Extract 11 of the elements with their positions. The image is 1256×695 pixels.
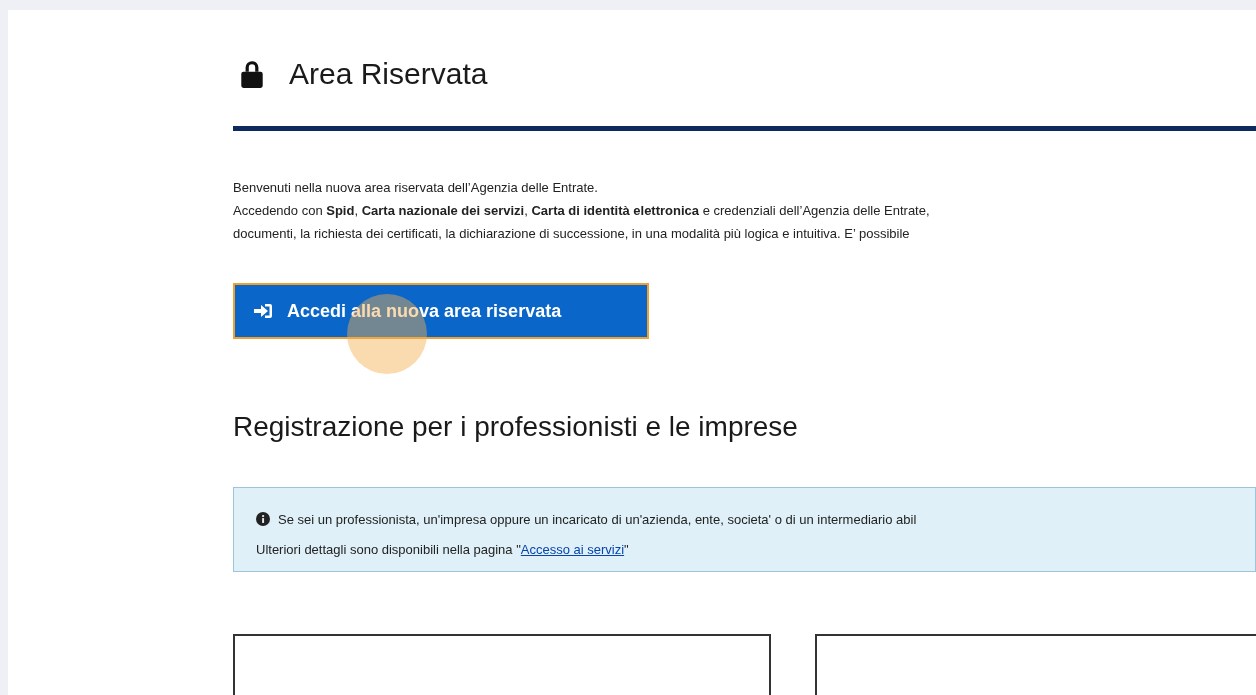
sign-in-icon — [253, 303, 273, 319]
info-text: Se sei un professionista, un'impresa oppure un incaricato di un'azienda, ente, societa' o di un intermediario abil — [278, 511, 917, 527]
lock-icon — [239, 59, 265, 89]
info-text: Ulteriori dettagli sono disponibili nella pagina "Accesso ai servizi" — [256, 542, 630, 557]
services-link[interactable]: Accesso ai servizi — [520, 542, 625, 557]
section-heading: Registrazione per i professionisti e le imprese — [233, 411, 799, 444]
intro-text: Benvenuti nella nuova area riservata dell’Agenzia delle Entrate. — [233, 179, 599, 197]
info-icon — [256, 512, 270, 526]
intro-text: documenti, la richiesta dei certificati, la dichiarazione di successione, in una modalità più logica e intuitiva. E’ possibile — [233, 225, 911, 243]
page-title: Area Riservata — [289, 57, 488, 91]
intro-text: Accedendo con Spid, Carta nazionale dei servizi, Carta di identità elettronica e credenziali dell’Agenzia delle Entrate, — [233, 202, 931, 220]
